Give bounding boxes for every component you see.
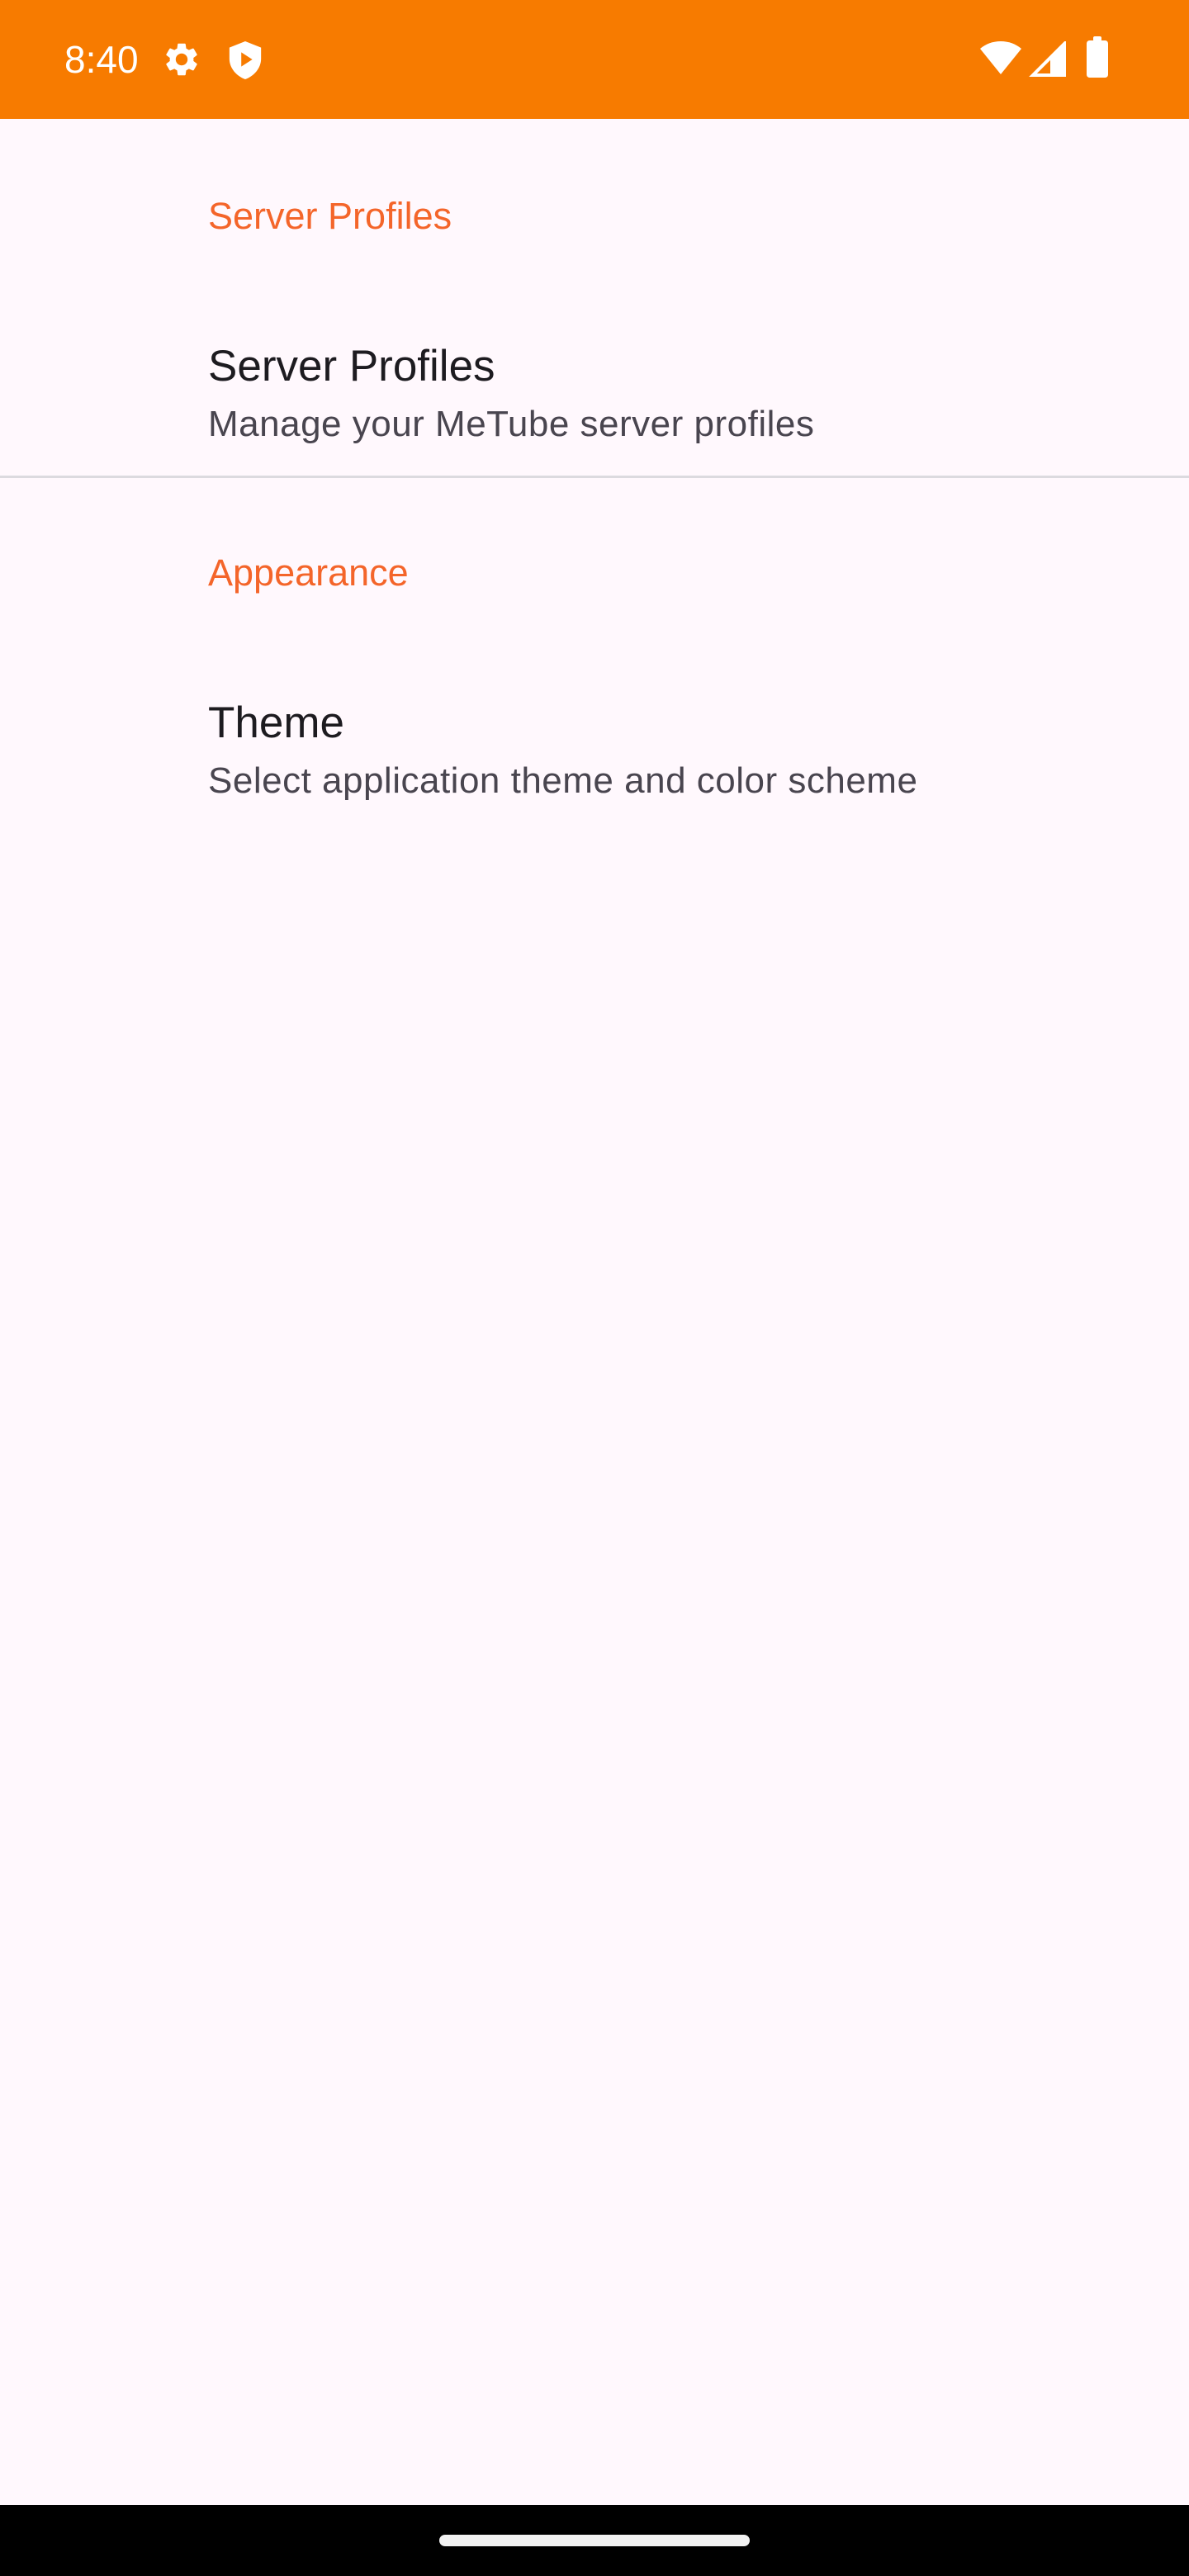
status-time: 8:40 bbox=[64, 38, 139, 81]
settings-gear-icon bbox=[166, 43, 197, 76]
section-header-server-profiles: Server Profiles bbox=[208, 195, 452, 237]
wifi-icon bbox=[980, 41, 1021, 74]
section-header-appearance: Appearance bbox=[208, 552, 409, 594]
pref-title: Server Profiles bbox=[208, 342, 495, 391]
section-divider bbox=[0, 476, 1189, 478]
navigation-bar bbox=[0, 2505, 1189, 2576]
pref-item-server-profiles[interactable]: Server Profiles Manage your MeTube serve… bbox=[0, 304, 1189, 469]
home-gesture-handle[interactable] bbox=[439, 2535, 750, 2546]
pref-summary: Select application theme and color schem… bbox=[208, 760, 918, 801]
shield-play-icon bbox=[229, 41, 262, 79]
status-bar: 8:40 bbox=[0, 0, 1189, 119]
settings-list: Server Profiles Server Profiles Manage y… bbox=[0, 119, 1189, 2505]
battery-icon bbox=[1087, 36, 1108, 78]
pref-summary: Manage your MeTube server profiles bbox=[208, 404, 815, 444]
pref-item-theme[interactable]: Theme Select application theme and color… bbox=[0, 661, 1189, 826]
pref-title: Theme bbox=[208, 698, 344, 747]
cellular-signal-icon bbox=[1029, 41, 1066, 77]
